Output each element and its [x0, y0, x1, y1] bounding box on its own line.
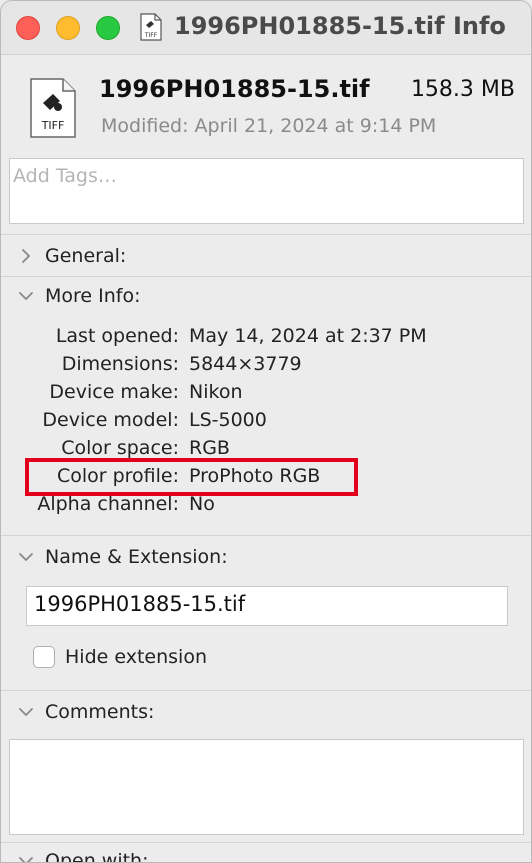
divider	[1, 535, 531, 536]
info-value: 5844×3779	[189, 353, 302, 375]
close-button[interactable]	[16, 16, 40, 40]
info-value: LS-5000	[189, 409, 267, 431]
filename-input[interactable]	[34, 592, 500, 616]
highlight-annotation-box	[25, 458, 358, 496]
section-comments-label: Comments:	[45, 701, 155, 723]
chevron-down-icon[interactable]	[17, 287, 35, 305]
divider	[1, 234, 531, 235]
hide-extension-label: Hide extension	[65, 646, 207, 668]
modified-date: Modified: April 21, 2024 at 9:14 PM	[101, 115, 437, 137]
divider	[1, 842, 531, 843]
section-name-extension[interactable]: Name & Extension:	[17, 543, 228, 571]
info-value: Nikon	[189, 381, 243, 403]
hide-extension-checkbox[interactable]	[33, 646, 55, 668]
filename-field[interactable]	[26, 586, 508, 626]
info-key: Last opened:	[55, 325, 179, 347]
svg-text:TIFF: TIFF	[144, 32, 158, 39]
chevron-down-icon[interactable]	[17, 852, 35, 863]
file-icon-label: TIFF	[41, 119, 65, 132]
chevron-down-icon[interactable]	[17, 548, 35, 566]
chevron-right-icon[interactable]	[17, 247, 35, 265]
info-row-dimensions: Dimensions: 5844×3779	[1, 353, 531, 379]
section-comments[interactable]: Comments:	[17, 698, 154, 726]
info-value: No	[189, 493, 215, 515]
info-key: Device make:	[49, 381, 179, 403]
section-open-with-label: Open with:	[45, 850, 149, 863]
tags-field[interactable]	[9, 158, 524, 224]
zoom-button[interactable]	[96, 16, 120, 40]
info-value: RGB	[189, 437, 230, 459]
minimize-button[interactable]	[56, 16, 80, 40]
section-general-label: General:	[45, 245, 127, 267]
info-window: TIFF 1996PH01885-15.tif Info TIFF 1996PH…	[0, 0, 532, 863]
divider	[1, 690, 531, 691]
chevron-down-icon[interactable]	[17, 703, 35, 721]
comments-textarea[interactable]	[9, 739, 524, 835]
file-size: 158.3 MB	[410, 77, 515, 102]
file-icon: TIFF	[30, 78, 76, 138]
info-row-device-make: Device make: Nikon	[1, 381, 531, 407]
section-more-info[interactable]: More Info:	[17, 282, 141, 310]
info-key: Device model:	[42, 409, 179, 431]
section-name-extension-label: Name & Extension:	[45, 546, 228, 568]
info-value: May 14, 2024 at 2:37 PM	[189, 325, 427, 347]
section-general[interactable]: General:	[17, 242, 126, 270]
info-row-alpha-channel: Alpha channel: No	[1, 493, 531, 519]
title-bar[interactable]: TIFF 1996PH01885-15.tif Info	[1, 1, 531, 55]
tiff-document-icon: TIFF	[140, 13, 162, 41]
section-more-info-label: More Info:	[45, 285, 141, 307]
window-title: 1996PH01885-15.tif Info	[174, 12, 506, 40]
tags-input[interactable]	[10, 159, 523, 193]
info-key: Color space:	[61, 437, 179, 459]
hide-extension-row[interactable]: Hide extension	[33, 646, 207, 668]
divider	[1, 276, 531, 277]
info-key: Dimensions:	[61, 353, 179, 375]
info-row-last-opened: Last opened: May 14, 2024 at 2:37 PM	[1, 325, 531, 351]
info-key: Alpha channel:	[37, 493, 179, 515]
file-name: 1996PH01885-15.tif	[99, 75, 370, 103]
info-row-device-model: Device model: LS-5000	[1, 409, 531, 435]
section-open-with[interactable]: Open with:	[17, 847, 149, 863]
